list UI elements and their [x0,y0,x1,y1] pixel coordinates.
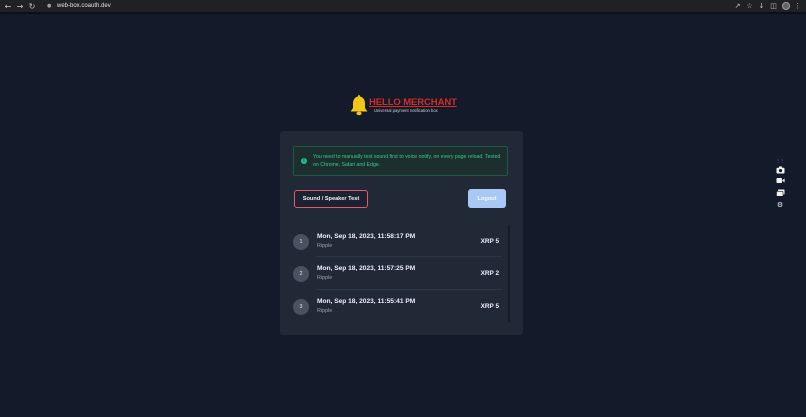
transaction-list: 1 Mon, Sep 18, 2023, 11:58:17 PM Ripple … [292,225,510,322]
transaction-coin: Ripple [317,275,333,281]
row-index-badge: 1 [293,234,309,250]
list-scrollbar[interactable] [508,225,510,322]
row-index-badge: 2 [293,266,309,282]
star-icon[interactable]: ☆ [745,2,754,11]
logo: HELLO MERCHANT Universal payment notific… [347,93,457,117]
download-icon[interactable]: ↓ [757,2,766,11]
transaction-amount: XRP 5 [480,303,499,310]
gallery-icon[interactable] [775,188,785,197]
reload-icon[interactable]: ↻ [26,0,38,12]
brand-subtitle: Universal payment notification box [374,108,438,113]
info-icon: i [301,158,307,164]
transaction-datetime: Mon, Sep 18, 2023, 11:58:17 PM [317,233,416,240]
transaction-datetime: Mon, Sep 18, 2023, 11:57:25 PM [317,265,416,272]
info-alert: i You need to manually test sound first … [293,146,508,176]
bell-icon [350,95,368,116]
logout-button[interactable]: Logout [468,189,506,208]
brand-title[interactable]: HELLO MERCHANT [369,97,457,108]
transaction-coin: Ripple [317,308,333,314]
share-icon[interactable]: ↗ [733,2,742,11]
transaction-coin: Ripple [317,243,333,249]
transaction-row: 2 Mon, Sep 18, 2023, 11:57:25 PM Ripple … [292,257,502,289]
sound-test-button[interactable]: Sound / Speaker Test [294,190,368,208]
notification-card: i You need to manually test sound first … [280,131,523,335]
forward-icon[interactable]: → [14,0,26,12]
transaction-amount: XRP 5 [480,238,499,245]
settings-icon[interactable]: ⚙ [775,200,785,209]
video-icon[interactable] [775,176,785,185]
transaction-datetime: Mon, Sep 18, 2023, 11:55:41 PM [317,298,416,305]
url-text: web-box.coauth.dev [57,3,111,9]
transaction-row: 3 Mon, Sep 18, 2023, 11:55:41 PM Ripple … [292,290,502,322]
lock-icon[interactable]: ● [47,3,53,9]
row-index-badge: 3 [293,299,309,315]
browser-toolbar: ← → ↻ ● web-box.coauth.dev ↗ ☆ ↓ ◫ ⋮ [0,0,806,12]
toolbar-divider [0,12,806,14]
profile-icon[interactable] [781,2,790,11]
camera-icon[interactable] [775,165,785,174]
sidebar-icon[interactable]: ◫ [769,2,778,11]
address-bar[interactable]: ● web-box.coauth.dev [44,1,744,11]
drag-handle-icon[interactable]: ⋮⋮ [776,159,784,163]
transaction-amount: XRP 2 [480,270,499,277]
alert-text: You need to manually test sound first to… [313,154,501,168]
transaction-row: 1 Mon, Sep 18, 2023, 11:58:17 PM Ripple … [292,225,502,257]
back-icon[interactable]: ← [2,0,14,12]
floating-toolbar: ⋮⋮ ⚙ [773,159,787,211]
menu-icon[interactable]: ⋮ [793,2,802,11]
